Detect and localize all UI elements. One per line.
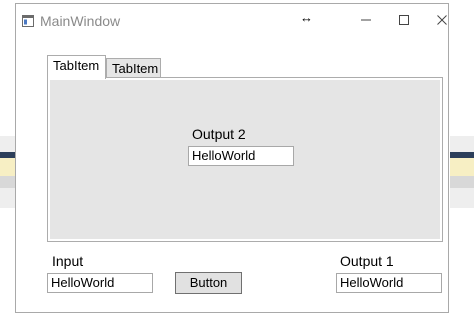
main-window: MainWindow ↔ TabItem TabItem Output 2 He… bbox=[15, 3, 449, 313]
background-band-yellow bbox=[450, 158, 474, 176]
output-2-textbox[interactable]: HelloWorld bbox=[188, 146, 294, 166]
tab-tabitem-2[interactable]: TabItem bbox=[106, 58, 161, 79]
background-band-grey bbox=[0, 176, 15, 188]
output-1-textbox[interactable]: HelloWorld bbox=[336, 273, 442, 293]
resize-cursor-icon: ↔ bbox=[300, 10, 313, 25]
input-textbox[interactable]: HelloWorld bbox=[47, 273, 153, 293]
tab-tabitem-1[interactable]: TabItem bbox=[47, 55, 106, 79]
close-button[interactable] bbox=[432, 11, 452, 31]
app-window-icon bbox=[22, 15, 34, 27]
close-icon bbox=[437, 15, 447, 25]
maximize-icon bbox=[399, 15, 409, 25]
background-app-right bbox=[450, 136, 474, 208]
window-title: MainWindow bbox=[40, 13, 121, 29]
minimize-button[interactable] bbox=[356, 11, 376, 31]
action-button[interactable]: Button bbox=[175, 272, 242, 294]
input-label: Input bbox=[52, 253, 84, 269]
background-band-grey bbox=[450, 176, 474, 188]
title-bar[interactable]: MainWindow ↔ bbox=[16, 4, 448, 38]
maximize-button[interactable] bbox=[394, 11, 414, 31]
output-1-label: Output 1 bbox=[340, 253, 394, 269]
minimize-icon bbox=[361, 19, 371, 21]
background-app-left bbox=[0, 136, 15, 208]
background-band-yellow bbox=[0, 158, 15, 176]
output-2-label: Output 2 bbox=[192, 126, 246, 142]
